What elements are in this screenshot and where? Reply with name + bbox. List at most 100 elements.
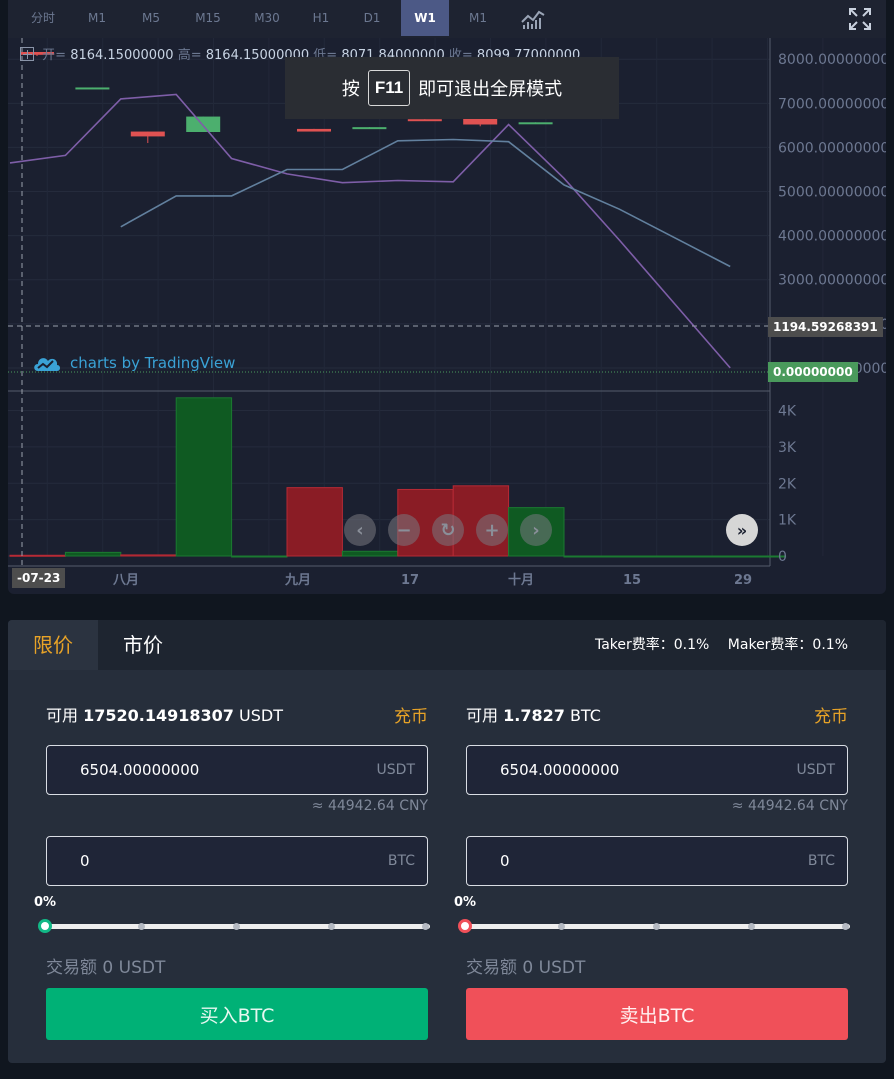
interval-h1-button[interactable]: H1 xyxy=(298,0,344,36)
indicators-icon[interactable] xyxy=(520,8,546,30)
interval-d1-button[interactable]: D1 xyxy=(349,0,395,36)
volume-tick-label: 0 xyxy=(778,549,787,565)
time-tick-label: 15 xyxy=(623,573,641,588)
buy-amount-value: 0 xyxy=(80,852,90,870)
sell-form: 可用 1.7827 BTC 充币 6504.00000000 USDT ≈ 44… xyxy=(454,670,850,1063)
buy-percent-slider[interactable] xyxy=(38,919,430,933)
price-tick-label: 8000.00000000 xyxy=(778,52,886,68)
time-tick-label: 29 xyxy=(734,573,752,588)
buy-amount-input[interactable]: 0 BTC xyxy=(46,836,428,886)
tab-market-order[interactable]: 市价 xyxy=(98,620,188,670)
volume-bar xyxy=(231,555,288,558)
candle-body xyxy=(518,122,553,125)
buy-percent-label: 0% xyxy=(34,895,57,910)
interval-m5-button[interactable]: M5 xyxy=(126,0,176,36)
zoom-in-button[interactable]: + xyxy=(476,514,508,546)
slider-step-100[interactable] xyxy=(422,923,429,930)
crosshair-price-label: 1194.59268391 xyxy=(768,317,883,337)
plus-icon[interactable] xyxy=(20,47,34,61)
buy-form: 可用 17520.14918307 USDT 充币 6504.00000000 … xyxy=(34,670,430,1063)
slider-step-50[interactable] xyxy=(653,923,660,930)
price-tick-label: 4000.00000000 xyxy=(778,229,886,245)
buy-price-input[interactable]: 6504.00000000 USDT xyxy=(46,745,428,795)
sell-amount-unit: BTC xyxy=(807,853,835,869)
sell-price-cny: ≈ 44942.64 CNY xyxy=(731,798,848,814)
interval-month-button[interactable]: M1 xyxy=(454,0,502,36)
fullscreen-icon[interactable] xyxy=(848,7,872,31)
sell-total: 交易额 0 USDT xyxy=(466,958,586,978)
zoom-out-button[interactable]: − xyxy=(388,514,420,546)
ma-line-purple xyxy=(9,93,731,369)
buy-total: 交易额 0 USDT xyxy=(46,958,166,978)
go-to-realtime-button[interactable]: » xyxy=(726,514,758,546)
tab-limit-order[interactable]: 限价 xyxy=(8,620,98,670)
interval-timeline-button[interactable]: 分时 xyxy=(18,0,68,36)
scroll-right-button[interactable]: › xyxy=(520,514,552,546)
sell-amount-input[interactable]: 0 BTC xyxy=(466,836,848,886)
last-price-label: 0.00000000 xyxy=(768,362,858,382)
available-amount: 17520.14918307 xyxy=(83,706,234,725)
slider-step-100[interactable] xyxy=(842,923,849,930)
sell-price-input[interactable]: 6504.00000000 USDT xyxy=(466,745,848,795)
volume-bar xyxy=(674,555,731,558)
sell-percent-slider[interactable] xyxy=(458,919,850,933)
high-label: 高= xyxy=(177,48,202,63)
slider-step-50[interactable] xyxy=(233,923,240,930)
time-tick-label: 十月 xyxy=(508,572,534,588)
buy-deposit-link[interactable]: 充币 xyxy=(394,702,428,727)
banner-key: F11 xyxy=(367,70,411,106)
ma-line-blue xyxy=(120,138,731,268)
available-unit: BTC xyxy=(569,706,601,725)
candle-body xyxy=(463,118,498,125)
sell-button[interactable]: 卖出BTC xyxy=(466,988,848,1040)
chart-zoom-controls: ‹ − ↻ + › xyxy=(344,514,552,546)
slider-step-75[interactable] xyxy=(328,923,335,930)
candle-body xyxy=(407,119,442,122)
order-panel: 限价 市价 Taker费率：0.1% Maker费率：0.1% 可用 17520… xyxy=(8,620,886,1063)
slider-handle[interactable] xyxy=(458,919,472,933)
volume-tick-label: 3K xyxy=(778,440,797,456)
price-tick-label: 7000.00000000 xyxy=(778,96,886,112)
slider-step-25[interactable] xyxy=(558,923,565,930)
available-unit: USDT xyxy=(239,706,283,725)
volume-tick-label: 1K xyxy=(778,513,797,529)
candle-body xyxy=(352,127,387,130)
fee-info: Taker费率：0.1% Maker费率：0.1% xyxy=(581,620,848,670)
available-amount: 1.7827 xyxy=(503,706,565,725)
slider-step-25[interactable] xyxy=(138,923,145,930)
price-tick-label: 6000.00000000 xyxy=(778,140,886,156)
volume-tick-label: 2K xyxy=(778,476,797,492)
price-tick-label: 5000.00000000 xyxy=(778,185,886,201)
volume-bar xyxy=(286,487,343,557)
open-label: 开= xyxy=(42,48,67,63)
reset-button[interactable]: ↻ xyxy=(432,514,464,546)
interval-m30-button[interactable]: M30 xyxy=(240,0,294,36)
slider-handle[interactable] xyxy=(38,919,52,933)
buy-price-cny: ≈ 44942.64 CNY xyxy=(311,798,428,814)
price-chart[interactable]: 8000.00000000 7000.00000000 6000.00000000 5… xyxy=(8,38,886,594)
scroll-left-button[interactable]: ‹ xyxy=(344,514,376,546)
crosshair-date-label: -07-23 xyxy=(12,568,66,588)
open-value: 8164.15000000 xyxy=(70,48,174,63)
tradingview-text: charts by TradingView xyxy=(70,354,236,372)
sell-deposit-link[interactable]: 充币 xyxy=(814,702,848,727)
volume-bar xyxy=(175,397,233,557)
interval-m15-button[interactable]: M15 xyxy=(182,0,234,36)
slider-step-75[interactable] xyxy=(748,923,755,930)
buy-available: 可用 17520.14918307 USDT xyxy=(46,702,283,726)
chart-panel: 分时 M1 M5 M15 M30 H1 D1 W1 M1 8000.000000… xyxy=(8,0,886,594)
time-tick-label: 九月 xyxy=(284,573,311,588)
interval-m1-button[interactable]: M1 xyxy=(72,0,122,36)
volume-bar xyxy=(120,554,177,557)
sell-available: 可用 1.7827 BTC xyxy=(466,702,601,726)
cloud-icon xyxy=(34,358,60,371)
buy-price-value: 6504.00000000 xyxy=(80,761,200,779)
buy-price-unit: USDT xyxy=(376,762,415,778)
volume-bar xyxy=(563,555,620,558)
price-tick-label: 3000.00000000 xyxy=(778,273,886,289)
order-type-tabs: 限价 市价 Taker费率：0.1% Maker费率：0.1% xyxy=(8,620,886,670)
tradingview-logo[interactable]: charts by TradingView xyxy=(32,350,235,376)
available-prefix: 可用 xyxy=(466,706,499,725)
interval-w1-button[interactable]: W1 xyxy=(401,0,449,36)
buy-button[interactable]: 买入BTC xyxy=(46,988,428,1040)
